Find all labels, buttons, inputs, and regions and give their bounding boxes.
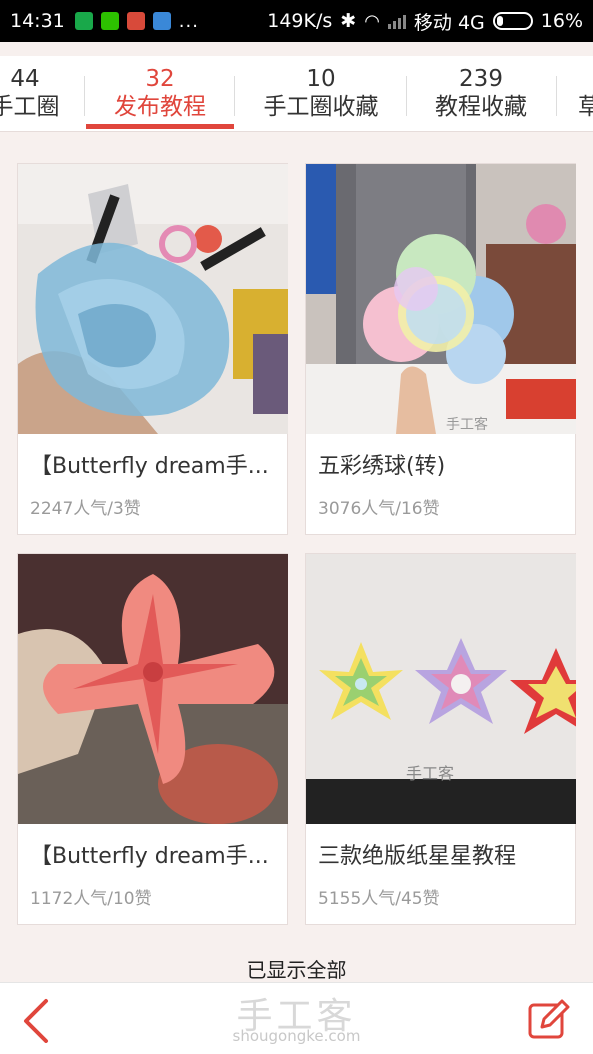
tab-circle-favorites[interactable]: 10 手工圈收藏 (240, 66, 402, 122)
end-of-list-label: 已显示全部 (246, 958, 347, 982)
status-bar: 14:31 ... 149K/s ✱ ◠ 移动 4G 16% (0, 0, 593, 42)
app-notification-icon (126, 12, 145, 30)
tab-published-tutorials[interactable]: 32 发布教程 (88, 66, 232, 122)
wechat-icon (100, 12, 119, 30)
active-tab-indicator (86, 124, 234, 129)
edit-button[interactable] (526, 997, 570, 1041)
battery-level: 16% (540, 10, 583, 32)
tutorial-title: 【Butterfly dream手... (30, 844, 269, 869)
battery-icon (492, 12, 533, 30)
tutorial-stats: 5155人气/45赞 (318, 889, 440, 909)
tab-count: 32 (145, 66, 175, 92)
tab-label: 发布教程 (114, 94, 206, 120)
status-time: 14:31 (10, 10, 65, 32)
tutorial-card[interactable]: 手工客 三款绝版纸星星教程 5155人气/45赞 (305, 553, 576, 925)
tab-count (578, 66, 593, 92)
tutorial-stats: 3076人气/16赞 (318, 499, 440, 519)
signal-icon (387, 13, 406, 29)
tab-tutorial-favorites[interactable]: 239 教程收藏 (410, 66, 552, 122)
tutorial-title: 五彩绣球(转) (318, 454, 446, 479)
wifi-icon: ◠ (364, 10, 380, 32)
tutorial-thumbnail[interactable]: 手工客 (306, 554, 576, 824)
tutorial-stats: 2247人气/3赞 (30, 499, 141, 519)
tab-divider (234, 76, 235, 116)
tutorial-thumbnail[interactable]: 手工客 (306, 164, 576, 434)
tab-label: 手工圈 (0, 94, 60, 120)
tutorial-thumbnail[interactable] (18, 554, 288, 824)
tutorial-title: 三款绝版纸星星教程 (318, 844, 517, 869)
tutorial-stats: 1172人气/10赞 (30, 889, 152, 909)
message-icon (152, 12, 171, 30)
tutorial-thumbnail[interactable] (18, 164, 288, 434)
profile-tabs: 44 手工圈 32 发布教程 10 手工圈收藏 239 教程收藏 草 (0, 42, 593, 137)
brand-url: shougongke.com (232, 1027, 361, 1045)
tab-divider (84, 76, 85, 116)
watermark: 手工客 (446, 416, 488, 433)
tab-label: 教程收藏 (435, 94, 527, 120)
bluetooth-icon: ✱ (340, 10, 357, 32)
tab-label: 手工圈收藏 (263, 94, 379, 120)
tutorial-card[interactable]: 手工客 五彩绣球(转) 3076人气/16赞 (305, 163, 576, 535)
tab-divider (406, 76, 407, 116)
network-speed: 149K/s (267, 10, 333, 32)
edit-icon (528, 999, 570, 1039)
tutorial-card[interactable]: 【Butterfly dream手... 1172人气/10赞 (17, 553, 288, 925)
watermark: 手工客 (406, 764, 454, 783)
security-app-icon (74, 12, 93, 30)
tabs-bar: 44 手工圈 32 发布教程 10 手工圈收藏 239 教程收藏 草 (0, 56, 593, 132)
tab-count: 239 (459, 66, 503, 92)
tutorial-card[interactable]: 【Butterfly dream手... 2247人气/3赞 (17, 163, 288, 535)
carrier-label: 移动 4G (413, 11, 485, 34)
tab-drafts[interactable]: 草 (578, 66, 593, 122)
tab-divider (556, 76, 557, 116)
more-notifications: ... (178, 10, 199, 32)
tab-label: 草 (578, 94, 593, 120)
tutorial-title: 【Butterfly dream手... (30, 454, 269, 479)
bottom-bar: 手工客 shougongke.com (0, 982, 593, 1054)
tab-handmade-circle[interactable]: 44 手工圈 (0, 66, 60, 122)
tab-count: 44 (10, 66, 40, 92)
tab-count: 10 (306, 66, 336, 92)
